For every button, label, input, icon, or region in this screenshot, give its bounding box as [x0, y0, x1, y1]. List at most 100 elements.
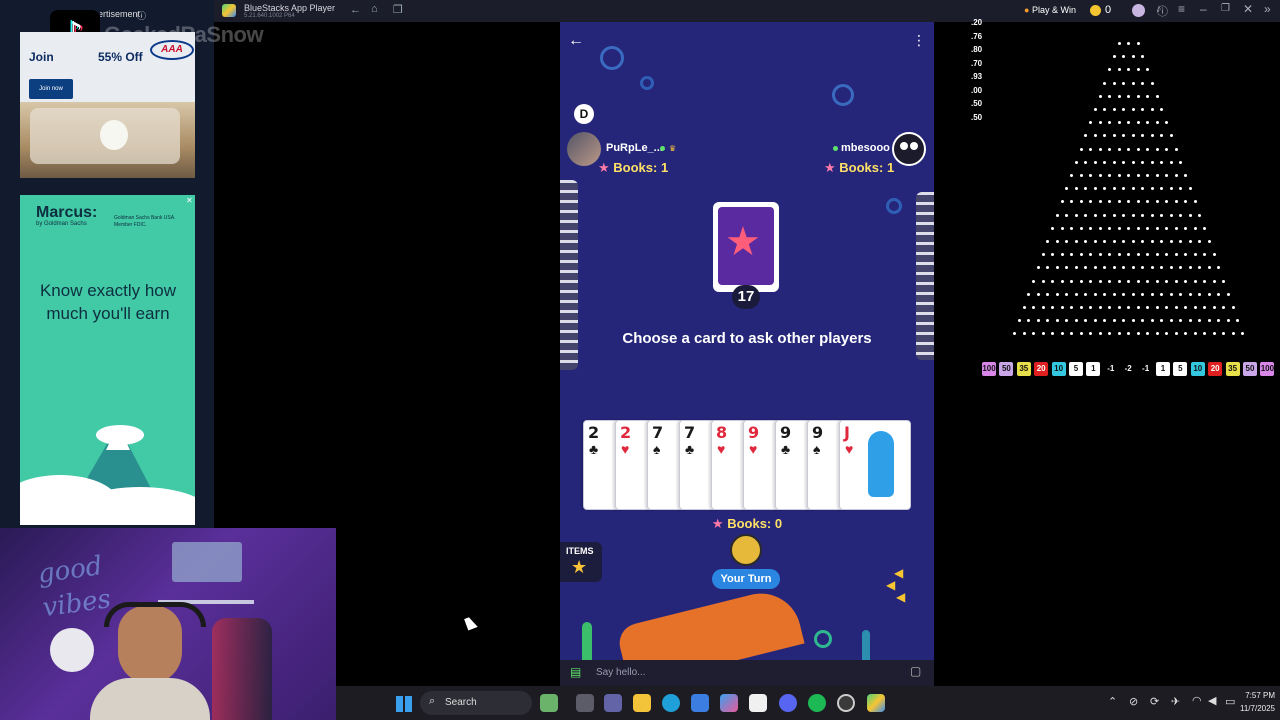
plinko-peg [1093, 213, 1097, 217]
plinko-peg [1117, 174, 1121, 177]
star-icon: ★ [598, 160, 610, 175]
plinko-peg [1179, 319, 1183, 323]
plinko-peg [1117, 279, 1121, 283]
close-icon[interactable]: ✕ [1243, 2, 1253, 16]
plinko-peg [1103, 266, 1107, 270]
plinko-peg [1136, 42, 1140, 45]
plinko-peg [1179, 240, 1183, 243]
menu-icon[interactable]: ≡ [1178, 2, 1185, 16]
plinko-board: 100 50 35 20 10 5 1 -1 -2 -1 1 5 10 20 35 50 100 [970, 22, 1280, 376]
draw-deck[interactable]: ★ [713, 202, 779, 292]
plinko-peg [1174, 279, 1178, 283]
plinko-peg [1188, 213, 1192, 217]
home-icon[interactable]: ⌂ [371, 3, 378, 15]
tray-icon[interactable]: ✈ [1171, 695, 1180, 708]
task-view-icon[interactable] [576, 694, 594, 712]
plinko-peg [1089, 147, 1092, 151]
store-icon[interactable] [691, 694, 709, 712]
chat-icon[interactable]: ▤ [570, 665, 581, 679]
copilot-icon[interactable] [720, 694, 738, 712]
clock-time[interactable]: 7:57 PM [1241, 691, 1275, 700]
plinko-peg [1146, 121, 1149, 125]
bluestacks-taskbar-icon[interactable] [867, 694, 885, 712]
chevron-up-icon[interactable]: ⌃ [1108, 695, 1117, 708]
plinko-peg [1093, 319, 1097, 323]
player-avatar[interactable] [892, 132, 926, 166]
flask-app-icon[interactable] [540, 694, 558, 712]
aaa-join-button[interactable]: Join now [29, 79, 73, 99]
aaa-ad[interactable]: Join 55% Off AAA Join now [20, 32, 195, 178]
plinko-peg [1046, 292, 1050, 296]
plinko-peg [1222, 279, 1225, 283]
plinko-peg [1184, 332, 1187, 336]
player-books: ★ Books: 1 [824, 160, 895, 175]
ad-close-icon[interactable]: ✕ [186, 196, 193, 205]
play-win-button[interactable]: ● Play & Win [1024, 5, 1076, 15]
plinko-peg [1184, 253, 1187, 257]
back-arrow-icon[interactable]: ← [568, 32, 584, 50]
wifi-icon[interactable]: ◠ [1192, 694, 1202, 707]
plinko-slot: 20 [1034, 362, 1049, 376]
my-avatar[interactable] [730, 534, 762, 566]
hand-card[interactable]: J ♥ [839, 420, 911, 510]
windows-start-icon[interactable] [396, 696, 412, 712]
plinko-peg [1226, 319, 1230, 323]
file-explorer-icon[interactable] [633, 694, 651, 712]
plinko-peg [1127, 147, 1130, 151]
spotify-icon[interactable] [808, 694, 826, 712]
tray-icon[interactable]: ⊘ [1129, 695, 1138, 708]
volume-icon[interactable]: ◀ [1208, 694, 1216, 707]
plinko-peg [1060, 332, 1064, 336]
plinko-peg [1084, 187, 1088, 191]
minimize-icon[interactable]: – [1200, 2, 1207, 16]
plinko-peg [1160, 266, 1164, 270]
taskbar-search[interactable]: ⌕ Search [420, 691, 532, 715]
help-icon[interactable]: ⓘ [1157, 3, 1168, 19]
player-name: mbesooo [841, 142, 890, 154]
plinko-peg [1112, 160, 1116, 164]
marcus-ad[interactable]: Marcus: by Goldman Sachs Goldman Sachs B… [20, 195, 195, 525]
plinko-peg [1055, 319, 1059, 323]
clock-date[interactable]: 11/7/2025 [1229, 704, 1275, 713]
maximize-icon[interactable]: ❐ [1221, 3, 1230, 14]
plinko-peg [1070, 174, 1073, 177]
obs-icon[interactable] [837, 694, 855, 712]
plinko-peg [1165, 306, 1168, 309]
back-icon[interactable]: ← [350, 4, 361, 16]
plinko-peg [1122, 160, 1126, 164]
plinko-peg [1207, 319, 1211, 323]
plinko-peg [1198, 292, 1202, 296]
plinko-peg [1169, 187, 1173, 191]
sticker-icon[interactable]: ▢ [910, 664, 921, 678]
teams-icon[interactable] [604, 694, 622, 712]
marcus-mountain-illustration [20, 425, 195, 525]
ad-info-icon[interactable]: ⓘ [137, 9, 146, 22]
multitask-icon[interactable]: ❐ [393, 3, 403, 16]
player-avatar[interactable] [567, 132, 601, 166]
bubble-decoration [814, 630, 832, 648]
plinko-peg [1022, 332, 1026, 336]
plinko-peg [1032, 279, 1035, 283]
plinko-peg [1089, 174, 1092, 177]
your-turn-badge: Your Turn [712, 569, 780, 589]
plinko-peg [1117, 226, 1121, 230]
plinko-peg [1079, 306, 1083, 309]
plinko-peg [1027, 292, 1031, 296]
plinko-peg [1146, 68, 1149, 72]
crown-icon: ♛ [669, 144, 677, 153]
plinko-peg [1046, 240, 1050, 243]
discord-icon[interactable] [779, 694, 797, 712]
plinko-peg [1084, 134, 1088, 138]
avatar[interactable] [1132, 4, 1145, 17]
edge-icon[interactable] [662, 694, 680, 712]
items-button[interactable]: ITEMS ★ [560, 542, 602, 582]
chat-input[interactable]: Say hello... [596, 667, 645, 678]
more-options-icon[interactable]: ⋮ [912, 32, 926, 49]
plinko-slot: 10 [1190, 362, 1205, 376]
plinko-peg [1165, 147, 1168, 151]
photo-app-icon[interactable] [749, 694, 767, 712]
plinko-peg [1207, 266, 1211, 270]
tray-icon[interactable]: ⟳ [1150, 695, 1159, 708]
sidebar-toggle-icon[interactable]: » [1264, 2, 1271, 16]
gaming-chair [212, 618, 272, 720]
